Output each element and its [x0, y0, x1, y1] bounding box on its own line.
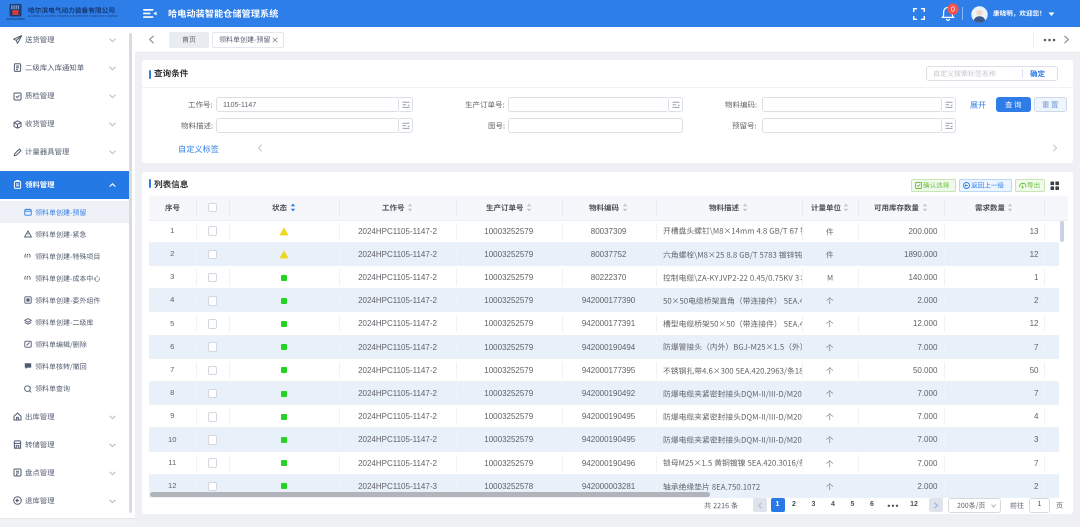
svg-text:!: ! — [30, 385, 31, 389]
svg-text:0: 0 — [951, 6, 955, 13]
